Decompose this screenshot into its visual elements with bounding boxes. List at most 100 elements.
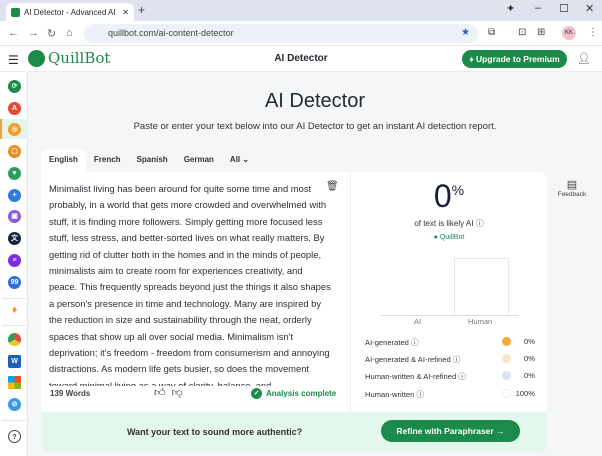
tab-all-dropdown[interactable]: All ⌄ [222, 149, 257, 172]
url-text: quillbot.com/ai-content-detector [108, 28, 234, 38]
legend-label: Human-written & AI-refined [365, 372, 457, 381]
tab-german[interactable]: German [176, 149, 222, 172]
chrome-extension-icon[interactable] [8, 333, 21, 346]
brand-text: QuillBot [439, 234, 465, 241]
gemini-icon[interactable]: ✦ [506, 2, 515, 15]
tab-all-label: All [229, 155, 241, 164]
chart-axis [380, 315, 519, 316]
app-header: ☰ QuillBot AI Detector ♦ Upgrade to Prem… [0, 46, 602, 72]
safari-icon[interactable]: ⊘ [8, 398, 21, 411]
chevron-down-icon: ⌄ [242, 155, 250, 164]
legend-value: 0% [524, 337, 535, 346]
ai-humanizer-icon[interactable]: ♥ [8, 167, 21, 180]
url-input[interactable]: quillbot.com/ai-content-detector ★ [84, 24, 478, 43]
paraphraser-icon[interactable]: ⟳ [8, 80, 21, 93]
legend-value: 0% [524, 371, 535, 380]
quillbot-watermark: ● QuillBot [433, 234, 465, 241]
divider [2, 325, 26, 326]
summarizer-icon[interactable]: ≡ [8, 254, 21, 267]
info-icon[interactable]: ⓘ [458, 372, 466, 381]
legend-human-written-ai-refined: Human-written & AI-refined ⓘ 0% [365, 371, 535, 382]
ai-percentage: 0% [351, 178, 547, 215]
x-label-ai: AI [414, 317, 422, 326]
plagiarism-checker-icon[interactable]: ▢ [8, 145, 21, 158]
divider [2, 298, 26, 299]
info-icon[interactable]: ⓘ [417, 390, 425, 399]
tab-search-icon[interactable]: ⊞ [537, 27, 545, 38]
percent-sign: % [451, 182, 465, 198]
grammar-checker-icon[interactable]: A [8, 102, 21, 115]
premium-diamond-icon[interactable]: ♦ [8, 304, 21, 317]
word-count: 139 Words [50, 389, 91, 398]
microsoft-store-icon[interactable] [8, 376, 21, 389]
bookmark-star-icon[interactable]: ★ [461, 27, 470, 38]
feedback-icon: ▤ [566, 179, 578, 191]
ai-detector-icon[interactable]: ◎ [8, 123, 21, 136]
citation-generator-icon[interactable]: 99 [8, 276, 21, 289]
tab-french[interactable]: French [86, 149, 129, 172]
legend-value: 0% [524, 354, 535, 363]
caption-text: of text is likely AI [414, 219, 474, 228]
legend-label: AI-generated [365, 338, 409, 347]
home-icon[interactable]: ⌂ [66, 27, 73, 39]
ai-image-icon[interactable]: ▣ [8, 210, 21, 223]
help-icon[interactable]: ? [8, 430, 21, 443]
ai-chat-icon[interactable]: + [8, 189, 21, 202]
tab-title: AI Detector - Advanced AI Ch [24, 7, 119, 17]
info-icon[interactable]: ⓘ [453, 355, 461, 364]
status-text: Analysis complete [266, 389, 337, 398]
cta-button-label: Refine with Paraphraser [396, 426, 494, 436]
legend-dot [502, 371, 511, 380]
refine-with-paraphraser-button[interactable]: Refine with Paraphraser → [381, 420, 520, 442]
legend-human-written: Human-written ⓘ 100% [365, 389, 535, 400]
result-caption: of text is likely AI ⓘ [351, 218, 547, 229]
thumbs-up-icon[interactable]: 👍︎ [154, 386, 166, 399]
back-icon[interactable]: ← [8, 27, 19, 39]
page-title: AI Detector [264, 90, 366, 112]
close-tab-icon[interactable]: ✕ [122, 8, 129, 17]
profile-avatar[interactable]: KK [562, 26, 576, 40]
info-icon[interactable]: ⓘ [476, 219, 484, 228]
browser-tab-bar: AI Detector - Advanced AI Ch ✕ + ✦ – ☐ ✕ [0, 0, 602, 21]
legend-label: AI-generated & AI-refined [365, 355, 451, 364]
x-label-human: Human [468, 317, 493, 326]
legend-dot [502, 389, 511, 398]
legend-dot [502, 354, 511, 363]
word-addin-icon[interactable]: W [8, 355, 21, 368]
menu-icon[interactable]: ⋮ [588, 27, 598, 38]
tools-sidebar: ⟳ A ◎ ▢ ♥ + ▣ 文 ≡ 99 ♦ W ⊘ ? [0, 72, 28, 456]
thumbs-down-icon[interactable]: 👎︎ [172, 386, 183, 399]
analysis-status: ✓ Analysis complete [251, 388, 336, 399]
upgrade-premium-button[interactable]: ♦ Upgrade to Premium [462, 50, 567, 68]
new-tab-button[interactable]: + [138, 3, 145, 17]
tab-english[interactable]: English [41, 149, 86, 172]
legend-label: Human-written [365, 390, 415, 399]
reload-icon[interactable]: ↻ [47, 27, 56, 40]
tab-spanish[interactable]: Spanish [129, 149, 176, 172]
human-bar [454, 258, 509, 315]
legend-ai-generated: AI-generated ⓘ 0% [365, 337, 535, 348]
info-icon[interactable]: ⓘ [411, 338, 419, 347]
user-account-icon[interactable]: 👤︎ [577, 52, 591, 65]
divider [2, 420, 26, 421]
extensions-icon[interactable]: ⧉ [488, 27, 495, 38]
legend-value: 100% [515, 389, 535, 398]
translator-icon[interactable]: 文 [8, 232, 21, 245]
paraphraser-cta: Want your text to sound more authentic? … [41, 412, 547, 452]
browser-tab[interactable]: AI Detector - Advanced AI Ch ✕ [6, 3, 134, 21]
close-window-button[interactable]: ✕ [585, 2, 594, 15]
language-tabs: English French Spanish German All ⌄ [41, 149, 257, 172]
legend-ai-generated-ai-refined: AI-generated & AI-refined ⓘ 0% [365, 354, 535, 365]
cta-question: Want your text to sound more authentic? [127, 427, 303, 437]
feedback-button[interactable]: ▤ Feedback [556, 178, 588, 198]
percent-value: 0 [433, 178, 452, 214]
arrow-right-icon: → [496, 426, 505, 436]
detector-card: Minimalist living has been around for qu… [41, 172, 547, 452]
forward-icon[interactable]: → [28, 27, 39, 39]
delete-text-icon[interactable]: 🗑︎ [326, 181, 339, 192]
screenshot-icon[interactable]: ⊡ [518, 27, 526, 38]
minimize-button[interactable]: – [535, 2, 541, 14]
check-circle-icon: ✓ [251, 388, 262, 399]
text-input-area[interactable]: Minimalist living has been around for qu… [49, 181, 331, 386]
maximize-button[interactable]: ☐ [559, 2, 569, 15]
